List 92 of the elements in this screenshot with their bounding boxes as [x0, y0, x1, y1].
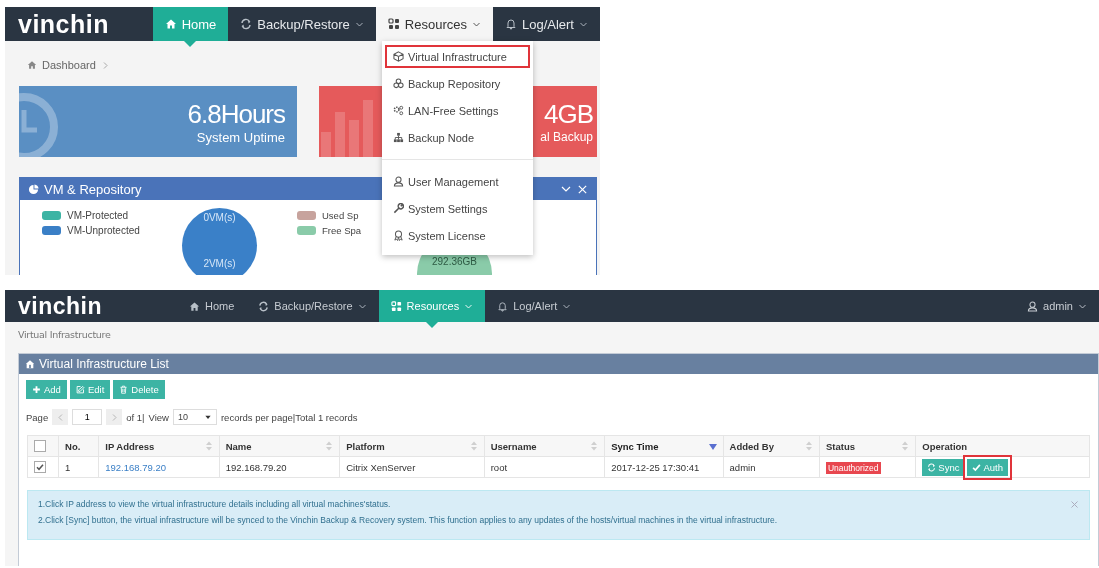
- menu-item[interactable]: System License: [385, 224, 530, 247]
- sort-icon[interactable]: [469, 441, 478, 451]
- home-icon: [164, 18, 177, 30]
- edit-icon: [75, 385, 85, 394]
- view-label: View: [148, 411, 169, 423]
- page-count: of 1|: [126, 411, 145, 423]
- refresh-icon: [258, 300, 270, 312]
- table-cell: 1: [65, 461, 71, 473]
- hierarchy-icon: [393, 132, 404, 143]
- pie-label: 2VM(s): [202, 258, 237, 269]
- menu-item[interactable]: Backup Repository: [385, 72, 530, 95]
- next-page-button[interactable]: [106, 409, 123, 425]
- legend-label: VM-Protected: [67, 210, 129, 221]
- nav-tab[interactable]: Resources: [375, 7, 493, 41]
- nav-tab[interactable]: Backup/Restore: [228, 7, 376, 41]
- wrench-icon: [393, 203, 404, 214]
- grid-icon: [390, 300, 402, 312]
- breadcrumb-item[interactable]: Dashboard: [42, 59, 96, 71]
- nav-tab[interactable]: Log/Alert: [485, 290, 584, 322]
- legend-label: Used Sp: [322, 210, 359, 221]
- pie-label: 292.36GB: [430, 256, 478, 267]
- menu-item[interactable]: Virtual Infrastructure: [385, 45, 530, 68]
- sort-icon[interactable]: [804, 441, 813, 451]
- clock-icon: [19, 92, 59, 157]
- menu-item[interactable]: Backup Node: [385, 126, 530, 149]
- award-icon: [393, 230, 404, 241]
- gears-icon: [393, 105, 404, 116]
- legend-label: Free Spa: [322, 225, 362, 236]
- table-cell: admin: [729, 461, 756, 473]
- sort-descending-icon[interactable]: [708, 441, 717, 451]
- menu-item[interactable]: User Management: [385, 170, 530, 193]
- nav-tab[interactable]: Log/Alert: [492, 7, 600, 41]
- stat-label: al Backup: [540, 130, 593, 144]
- table-cell: Citrix XenServer: [346, 461, 416, 473]
- circles-icon: [393, 78, 404, 89]
- info-text: 2.Click [Sync] button, the virtual infrastructure will be synced to the Vinchin Backup & Recovery system. This function applies to any updates of the hosts/virtual machines in the virtual infrastructure.: [38, 515, 778, 525]
- records-summary: records per page|Total 1 records: [220, 411, 358, 423]
- previous-page-button[interactable]: [52, 409, 69, 425]
- user-menu[interactable]: admin: [1015, 290, 1099, 322]
- table-cell: 192.168.79.20: [225, 461, 287, 473]
- logo: vinchin: [17, 292, 103, 320]
- stat-value: 4GB: [543, 99, 593, 130]
- column-header[interactable]: Name: [225, 440, 252, 452]
- user-icon: [1027, 300, 1039, 312]
- trash-icon: [119, 385, 129, 394]
- pie-label: 0VM(s): [202, 212, 237, 223]
- panel-title: VM & Repository: [44, 181, 142, 197]
- bell-icon: [497, 300, 509, 312]
- stat-label: System Uptime: [196, 129, 285, 145]
- close-icon[interactable]: [1070, 500, 1079, 509]
- user-icon: [393, 176, 404, 187]
- home-icon: [189, 300, 200, 312]
- nav-tab[interactable]: Backup/Restore: [246, 290, 379, 322]
- legend-label: VM-Unprotected: [67, 225, 140, 236]
- logo: vinchin: [17, 9, 110, 39]
- caret-down-icon: [203, 413, 212, 421]
- home-icon: [27, 60, 37, 70]
- status-label: Unauthorized: [825, 461, 881, 474]
- grid-icon: [387, 18, 400, 30]
- close-icon: [577, 183, 588, 195]
- page-input[interactable]: 1: [72, 409, 103, 425]
- sort-icon[interactable]: [590, 441, 599, 451]
- check-icon: [972, 462, 982, 472]
- menu-item[interactable]: System Settings: [385, 197, 530, 220]
- pie-chart-icon: [28, 183, 39, 195]
- row-checkbox[interactable]: [34, 461, 46, 473]
- table-cell: 2017-12-25 17:30:41: [611, 461, 700, 473]
- sort-icon[interactable]: [325, 441, 334, 451]
- per-page-select[interactable]: 10: [172, 409, 217, 425]
- cube-icon: [393, 51, 404, 62]
- plus-icon: [32, 385, 41, 394]
- column-header: Operation: [922, 440, 968, 452]
- sort-icon[interactable]: [901, 441, 910, 451]
- refresh-icon: [927, 462, 937, 472]
- chevron-left-icon: [55, 412, 65, 422]
- breadcrumb: Virtual Infrastructure: [17, 328, 112, 342]
- stat-value: 6.8Hours: [187, 98, 285, 130]
- column-header[interactable]: Status: [825, 440, 855, 452]
- page-label: Page: [26, 411, 49, 423]
- panel-title: Virtual Infrastructure List: [39, 357, 169, 371]
- nav-tab[interactable]: Home: [177, 290, 247, 322]
- info-text: 1.Click IP address to view the virtual infrastructure details including all virtual machines'status.: [38, 499, 391, 509]
- table-cell: root: [490, 461, 508, 473]
- sort-icon[interactable]: [204, 441, 213, 451]
- column-header: No.: [65, 440, 81, 452]
- refresh-icon: [240, 18, 253, 30]
- check-icon: [36, 463, 44, 471]
- bell-icon: [504, 18, 517, 30]
- select-all-checkbox[interactable]: [34, 440, 46, 452]
- house-icon: [25, 359, 35, 369]
- column-header[interactable]: Platform: [346, 440, 385, 452]
- menu-item[interactable]: LAN-Free Settings: [385, 99, 530, 122]
